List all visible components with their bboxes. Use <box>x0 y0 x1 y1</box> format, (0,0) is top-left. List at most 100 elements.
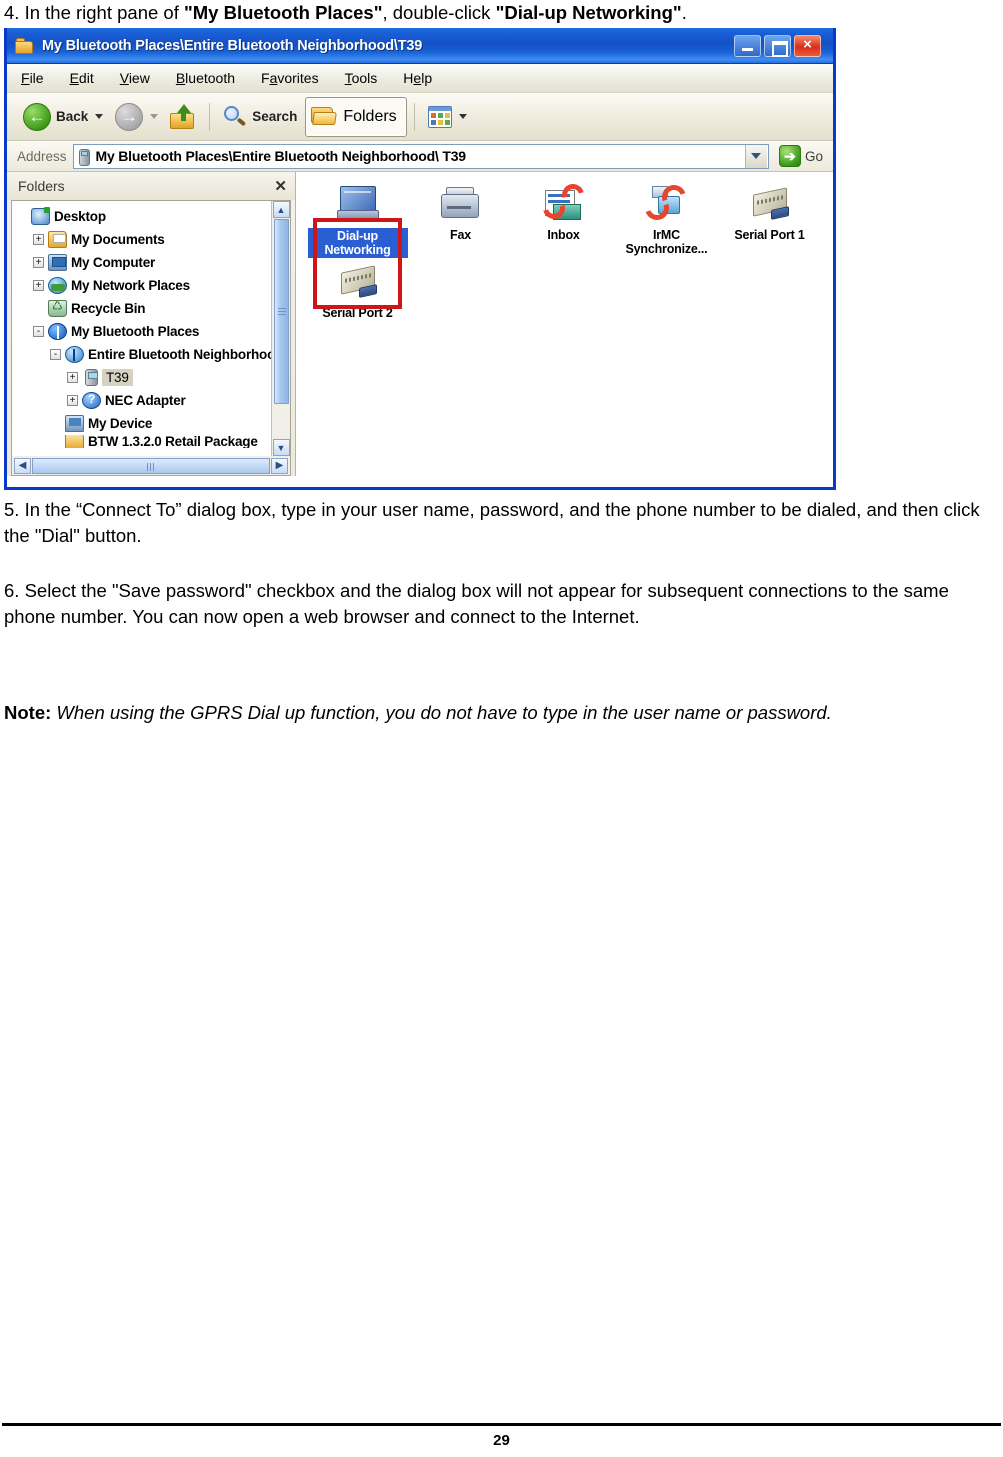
chevron-down-icon-forward[interactable] <box>150 114 159 119</box>
content-item-irmc-synchronize[interactable]: IrMC Synchronize... <box>615 180 718 258</box>
tree-item-label: Desktop <box>54 209 106 224</box>
serial-port-icon <box>747 184 793 226</box>
tree-item-label: Entire Bluetooth Neighborhood <box>88 347 271 362</box>
my-documents-icon <box>48 231 67 248</box>
go-arrow-icon: ➔ <box>778 145 801 167</box>
toolbar-separator-2 <box>413 102 415 131</box>
go-label: Go <box>804 148 823 164</box>
back-arrow-icon: ← <box>23 102 51 131</box>
content-item-serial-port-2[interactable]: Serial Port 2 <box>306 258 409 320</box>
note-text: When using the GPRS Dial up function, yo… <box>56 702 832 723</box>
tree-item-btw-1-3-2-0-retail-package[interactable]: BTW 1.3.2.0 Retail Package <box>50 435 271 448</box>
tree-item-my-network-places[interactable]: + My Network Places <box>33 274 271 297</box>
address-bar: Address My Bluetooth Places\Entire Bluet… <box>7 141 833 172</box>
explorer-body: Folders ✕ Desktop + My Documents + My Comput… <box>7 172 833 476</box>
close-button[interactable]: × <box>794 34 821 57</box>
step-4-bold-1: "My Bluetooth Places" <box>184 2 383 23</box>
tree-item-label: My Device <box>88 416 153 431</box>
search-icon <box>223 105 247 129</box>
expand-icon[interactable]: + <box>33 234 44 245</box>
maximize-button[interactable] <box>764 34 791 57</box>
scroll-up-arrow-icon[interactable]: ▲ <box>272 201 290 218</box>
folders-tree-vertical-scrollbar[interactable]: ▲ ▼ <box>271 201 290 456</box>
step-5-paragraph: 5. In the “Connect To” dialog box, type … <box>0 497 1000 549</box>
content-item-dial-up-networking[interactable]: Dial-up Networking <box>306 180 409 258</box>
content-item-label: Fax <box>450 228 471 242</box>
forward-arrow-icon: → <box>115 102 144 131</box>
step-4-text: 4. In the right pane of "My Bluetooth Pl… <box>0 0 1000 26</box>
scroll-left-arrow-icon[interactable]: ◀ <box>14 457 31 474</box>
scrollbar-thumb[interactable] <box>273 219 289 404</box>
chevron-down-icon[interactable] <box>95 114 104 119</box>
folders-tree-horizontal-scrollbar[interactable]: ◀ ▶ <box>11 456 291 476</box>
content-item-serial-port-1[interactable]: Serial Port 1 <box>718 180 821 258</box>
tree-item-entire-bluetooth-neighborhood[interactable]: - Entire Bluetooth Neighborhood <box>50 343 271 366</box>
chevron-down-icon-views[interactable] <box>458 114 467 119</box>
note-text-container: Note: When using the GPRS Dial up functi… <box>0 700 1000 726</box>
expand-icon[interactable]: + <box>33 280 44 291</box>
tree-item-my-bluetooth-places[interactable]: - My Bluetooth Places <box>33 320 271 343</box>
step-5-text: 5. In the “Connect To” dialog box, type … <box>4 499 980 546</box>
menu-item-help[interactable]: Help <box>403 70 432 86</box>
chevron-down-icon-address <box>751 153 762 159</box>
serial-port-icon <box>335 262 381 304</box>
content-pane[interactable]: Dial-up Networking Fax Inbox IrMC Synchroni… <box>296 172 833 476</box>
collapse-icon[interactable]: - <box>33 326 44 337</box>
phone-icon <box>85 369 98 386</box>
menu-label-bluetooth: luetooth <box>185 70 235 86</box>
menu-item-edit[interactable]: Edit <box>70 70 94 86</box>
forward-button[interactable]: → <box>109 98 164 136</box>
step-6-paragraph: 6. Select the "Save password" checkbox a… <box>0 578 1000 630</box>
tree-item-desktop[interactable]: Desktop <box>16 205 271 228</box>
document-page: 4. In the right pane of "My Bluetooth Pl… <box>0 0 1003 1457</box>
menu-item-tools[interactable]: Tools <box>345 70 378 86</box>
content-item-fax[interactable]: Fax <box>409 180 512 258</box>
close-icon: × <box>803 36 812 53</box>
tree-item-recycle-bin[interactable]: Recycle Bin <box>33 297 271 320</box>
folders-label: Folders <box>343 107 397 125</box>
views-button[interactable] <box>422 98 473 136</box>
folder-icon <box>15 37 35 55</box>
inbox-icon <box>538 179 588 226</box>
folders-pane-title: Folders <box>18 178 65 194</box>
search-button[interactable]: Search <box>217 98 303 136</box>
bluetooth-icon <box>48 323 67 340</box>
address-value: My Bluetooth Places\Entire Bluetooth Nei… <box>95 148 467 164</box>
content-item-label: IrMC Synchronize... <box>625 228 708 256</box>
folders-button[interactable]: Folders <box>305 96 407 137</box>
hscrollbar-thumb[interactable] <box>32 457 270 474</box>
menu-item-bluetooth[interactable]: Bluetooth <box>176 70 235 86</box>
expand-icon[interactable]: + <box>33 257 44 268</box>
close-icon-folders-pane[interactable]: ✕ <box>274 177 287 195</box>
menu-item-file[interactable]: File <box>21 70 44 86</box>
go-button[interactable]: ➔ Go <box>775 145 833 167</box>
address-dropdown-button[interactable] <box>744 144 767 168</box>
tree-item-my-device[interactable]: My Device <box>50 412 271 435</box>
scroll-right-arrow-icon[interactable]: ▶ <box>271 457 288 474</box>
back-button[interactable]: ← Back <box>17 98 109 136</box>
up-one-level-button[interactable] <box>164 98 202 136</box>
tree-item-label: My Bluetooth Places <box>71 324 200 339</box>
fax-icon <box>438 184 484 226</box>
menu-item-view[interactable]: View <box>120 70 150 86</box>
tree-item-my-documents[interactable]: + My Documents <box>33 228 271 251</box>
dial-up-networking-icon <box>335 184 381 226</box>
expand-icon[interactable]: + <box>67 372 78 383</box>
recycle-bin-icon <box>48 299 67 317</box>
collapse-icon[interactable]: - <box>50 349 61 360</box>
menu-item-favorites[interactable]: Favorites <box>261 70 319 86</box>
menu-label-tools: ools <box>351 70 378 86</box>
address-input[interactable]: My Bluetooth Places\Entire Bluetooth Nei… <box>72 143 769 169</box>
tree-item-label: My Documents <box>71 232 165 247</box>
tree-item-my-computer[interactable]: + My Computer <box>33 251 271 274</box>
tree-item-nec-adapter[interactable]: + NEC Adapter <box>67 389 271 412</box>
expand-icon[interactable]: + <box>67 395 78 406</box>
step-4-prefix: 4. In the right pane of <box>4 2 184 23</box>
menu-label-help: lp <box>421 70 433 86</box>
content-item-inbox[interactable]: Inbox <box>512 179 615 258</box>
page-number: 29 <box>493 1432 510 1449</box>
minimize-button[interactable] <box>734 34 761 57</box>
scroll-down-arrow-icon[interactable]: ▼ <box>272 439 290 456</box>
tree-item-t39[interactable]: + T39 <box>67 366 271 389</box>
